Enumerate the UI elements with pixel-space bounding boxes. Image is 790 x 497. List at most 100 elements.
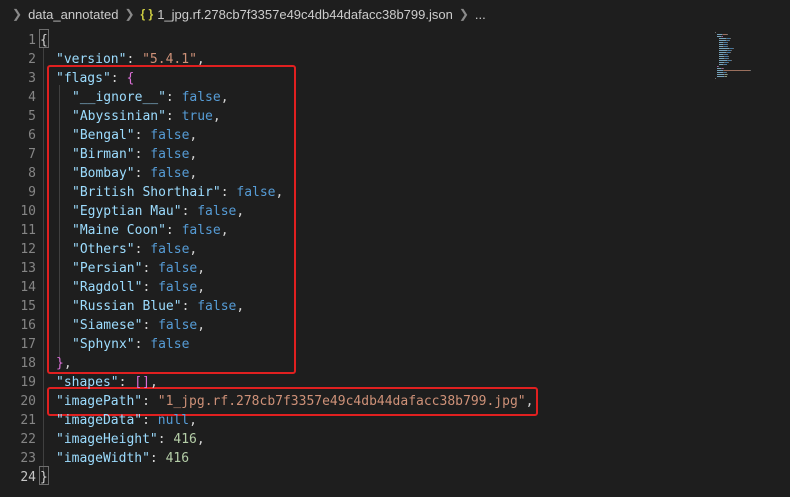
code-line[interactable]: "Siamese": false, xyxy=(72,316,205,335)
code-token: : xyxy=(142,394,158,409)
code-line[interactable]: "Bengal": false, xyxy=(72,126,197,145)
code-token: true xyxy=(181,109,213,124)
breadcrumb-folder[interactable]: data_annotated xyxy=(28,7,118,22)
code-token: "Ragdoll" xyxy=(72,280,143,295)
code-token: , xyxy=(189,166,198,181)
minimap-token xyxy=(726,72,727,73)
minimap[interactable] xyxy=(705,28,790,497)
minimap-token xyxy=(731,50,732,51)
code-token: : xyxy=(134,242,151,257)
code-line[interactable]: "Abyssinian": true, xyxy=(72,107,221,126)
minimap-token xyxy=(724,64,727,65)
code-token: "__ignore__" xyxy=(72,90,166,105)
code-line[interactable]: "Egyptian Mau": false, xyxy=(72,202,244,221)
code-line[interactable]: "Bombay": false, xyxy=(72,164,197,183)
code-token: [] xyxy=(134,375,150,390)
code-token: , xyxy=(212,109,221,124)
code-token: "Egyptian Mau" xyxy=(72,204,182,219)
code-token: : xyxy=(142,280,159,295)
minimap-token xyxy=(728,58,729,59)
code-token: "Birman" xyxy=(72,147,135,162)
code-line[interactable]: "Russian Blue": false, xyxy=(72,297,244,316)
code-token: } xyxy=(56,356,64,371)
code-token: , xyxy=(197,280,206,295)
code-line[interactable]: } xyxy=(40,468,48,487)
code-token: : xyxy=(126,52,143,67)
code-line[interactable]: "imagePath": "1_jpg.rf.278cb7f3357e49c4d… xyxy=(56,392,533,411)
minimap-token xyxy=(719,60,727,61)
indent-guide xyxy=(43,47,44,473)
minimap-token xyxy=(719,48,729,49)
code-token: "Others" xyxy=(72,242,135,257)
code-editor[interactable]: 1 2 3 4 5 6 7 8 9 10 11 12 13 14 15 16 17 18 19 20 21 22 23 24 … xyxy=(0,28,790,497)
minimap-token xyxy=(715,32,716,33)
code-line[interactable]: "imageHeight": 416, xyxy=(56,430,205,449)
code-token: : xyxy=(181,299,198,314)
breadcrumb: ❯ data_annotated ❯ { } 1_jpg.rf.278cb7f3… xyxy=(0,0,790,28)
code-line[interactable]: "shapes": [], xyxy=(56,373,158,392)
minimap-token xyxy=(718,66,719,67)
minimap-token xyxy=(730,38,731,39)
code-line[interactable]: "imageWidth": 416 xyxy=(56,449,189,468)
minimap-token xyxy=(717,76,724,77)
code-token: null xyxy=(157,413,190,428)
breadcrumb-more[interactable]: ... xyxy=(475,7,486,22)
code-token: "Siamese" xyxy=(72,318,143,333)
minimap-token xyxy=(727,42,728,43)
code-token: "shapes" xyxy=(56,375,119,390)
code-line[interactable]: { xyxy=(40,31,48,50)
code-line[interactable]: "Sphynx": false xyxy=(72,335,189,354)
code-token: , xyxy=(189,242,198,257)
code-token: : xyxy=(142,261,159,276)
code-line[interactable]: "Others": false, xyxy=(72,240,197,259)
code-token: , xyxy=(189,147,198,162)
minimap-token xyxy=(719,38,726,39)
minimap-token xyxy=(727,34,728,35)
code-token: : xyxy=(134,128,151,143)
minimap-token xyxy=(719,52,726,53)
chevron-right-icon: ❯ xyxy=(458,7,469,21)
code-line[interactable]: "imageData": null, xyxy=(56,411,197,430)
code-line[interactable]: "__ignore__": false, xyxy=(72,88,229,107)
code-token: "imagePath" xyxy=(56,394,143,409)
code-token: "version" xyxy=(56,52,127,67)
code-token: "Maine Coon" xyxy=(72,223,166,238)
code-line[interactable]: "version": "5.4.1", xyxy=(56,50,205,69)
code-token: , xyxy=(525,394,534,409)
code-token: "imageWidth" xyxy=(56,451,150,466)
minimap-token xyxy=(719,50,727,51)
code-token: : xyxy=(220,185,237,200)
minimap-token xyxy=(728,62,729,63)
code-token: false xyxy=(197,299,237,314)
code-token: "Bengal" xyxy=(72,128,135,143)
code-area[interactable]: {"version": "5.4.1", "flags": {"__ignore_… xyxy=(0,28,700,497)
code-line[interactable]: "Birman": false, xyxy=(72,145,197,164)
code-token: false xyxy=(181,90,221,105)
code-token: , xyxy=(220,223,229,238)
code-token: "Sphynx" xyxy=(72,337,135,352)
code-token: "5.4.1" xyxy=(142,52,197,67)
code-line[interactable]: "flags": { xyxy=(56,69,134,88)
code-token: : xyxy=(165,223,182,238)
minimap-token xyxy=(719,40,726,41)
code-token: } xyxy=(40,470,48,485)
minimap-token xyxy=(750,70,751,71)
code-token: , xyxy=(196,52,205,67)
code-token: false xyxy=(158,280,198,295)
minimap-token xyxy=(717,74,724,75)
chevron-right-icon: ❯ xyxy=(12,7,23,21)
code-line[interactable]: "Ragdoll": false, xyxy=(72,278,205,297)
code-token: { xyxy=(126,71,135,86)
code-token: false xyxy=(150,147,190,162)
code-line[interactable]: "Maine Coon": false, xyxy=(72,221,229,240)
code-line[interactable]: "British Shorthair": false, xyxy=(72,183,283,202)
code-line[interactable]: "Persian": false, xyxy=(72,259,205,278)
code-token: , xyxy=(220,90,229,105)
minimap-token xyxy=(715,78,716,79)
code-token: : xyxy=(142,413,158,428)
code-line[interactable]: }, xyxy=(56,354,72,373)
code-token: false xyxy=(197,204,237,219)
minimap-token xyxy=(727,46,728,47)
code-token: : xyxy=(142,318,159,333)
breadcrumb-file[interactable]: 1_jpg.rf.278cb7f3357e49c4db44dafacc38b79… xyxy=(157,7,453,22)
